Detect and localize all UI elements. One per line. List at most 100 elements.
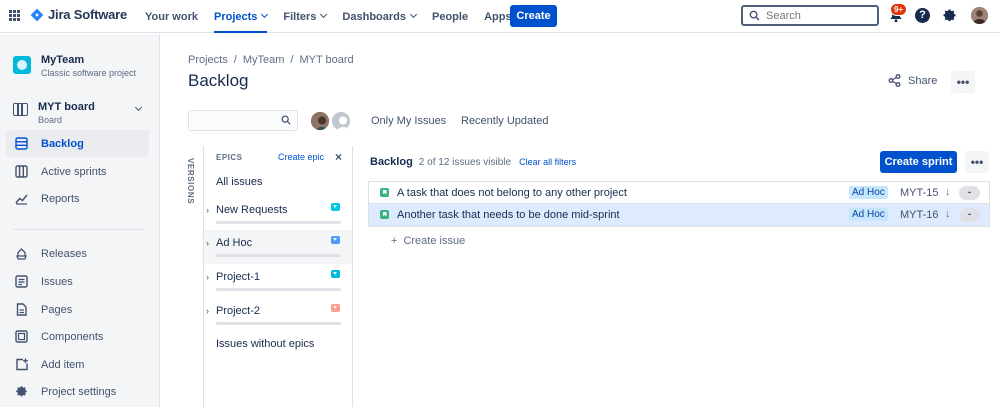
epic-item[interactable]: › Ad Hoc — [204, 230, 352, 264]
create-issue-label: Create issue — [403, 235, 466, 247]
epic-color-icon[interactable] — [331, 304, 340, 312]
epic-item[interactable]: › Project-2 — [204, 298, 352, 332]
help-icon[interactable]: ? — [915, 8, 930, 23]
search-input[interactable] — [766, 9, 866, 22]
sidebar-item-active-sprints[interactable]: Active sprints — [6, 158, 149, 185]
epic-all-issues[interactable]: All issues — [216, 176, 262, 188]
sidebar-item-label: Active sprints — [41, 165, 107, 178]
filter-recently-updated[interactable]: Recently Updated — [461, 115, 548, 127]
nav-label: Filters — [283, 10, 317, 23]
settings-icon[interactable] — [942, 8, 957, 23]
board-icon — [13, 103, 28, 116]
backlog-icon — [15, 137, 28, 150]
sidebar-item-backlog[interactable]: Backlog — [6, 130, 149, 157]
search-icon — [281, 115, 291, 125]
story-icon — [380, 188, 389, 197]
epic-label[interactable]: Ad Hoc — [849, 186, 888, 199]
issue-count: 2 of 12 issues visible — [418, 157, 512, 168]
create-button[interactable]: Create — [510, 5, 557, 27]
sidebar-item-reports[interactable]: Reports — [6, 185, 149, 212]
epic-color-icon[interactable] — [331, 203, 340, 211]
board-search[interactable] — [188, 110, 298, 131]
unassigned-avatar[interactable] — [330, 110, 352, 132]
board-selector[interactable]: MYT board Board — [13, 101, 145, 125]
chevron-right-icon[interactable]: › — [206, 272, 209, 282]
nav-filters[interactable]: Filters — [283, 0, 328, 33]
epic-label[interactable]: Ad Hoc — [849, 208, 888, 221]
share-icon — [888, 74, 901, 87]
plus-icon: + — [391, 235, 398, 247]
board-search-input[interactable] — [189, 111, 274, 130]
create-sprint-button[interactable]: Create sprint — [880, 151, 957, 173]
sidebar-item-label: Backlog — [41, 137, 84, 150]
project-header[interactable]: MyTeam Classic software project — [13, 54, 136, 78]
profile-avatar[interactable] — [971, 7, 988, 24]
sidebar-item-label: Reports — [41, 192, 80, 205]
share-button[interactable]: Share — [888, 74, 937, 87]
breadcrumb-projects[interactable]: Projects — [188, 54, 228, 66]
page-more-actions-button[interactable]: ••• — [951, 71, 975, 93]
clear-filters-link[interactable]: Clear all filters — [519, 157, 576, 167]
page-title: Backlog — [188, 71, 249, 90]
issue-row[interactable]: A task that does not belong to any other… — [369, 182, 989, 204]
epic-progress-bar — [216, 322, 341, 325]
filter-only-my-issues[interactable]: Only My Issues — [371, 115, 446, 127]
breadcrumb-project[interactable]: MyTeam — [243, 54, 285, 66]
jira-logo[interactable]: Jira Software — [30, 7, 127, 22]
nav-people[interactable]: People — [432, 0, 468, 33]
issue-summary: Another task that needs to be done mid-s… — [397, 209, 620, 221]
sidebar-item-releases[interactable]: Releases — [6, 240, 149, 267]
backlog-header: Backlog 2 of 12 issues visible Clear all… — [370, 156, 576, 168]
issue-row[interactable]: Another task that needs to be done mid-s… — [369, 204, 989, 226]
priority-low-icon: ↓ — [945, 208, 951, 220]
sidebar-item-label: Components — [41, 330, 104, 343]
chevron-right-icon[interactable]: › — [206, 238, 209, 248]
chevron-down-icon — [261, 10, 269, 19]
epic-color-icon[interactable] — [331, 236, 340, 244]
project-avatar-icon — [13, 56, 31, 74]
reports-icon — [15, 194, 28, 205]
search-icon — [749, 10, 760, 21]
issues-without-epics[interactable]: Issues without epics — [216, 338, 314, 350]
breadcrumb-separator: / — [233, 54, 237, 66]
chevron-right-icon[interactable]: › — [206, 205, 209, 215]
sidebar-item-add-item[interactable]: Add item — [6, 351, 149, 378]
versions-tab[interactable]: VERSIONS — [186, 158, 195, 204]
nav-your-work[interactable]: Your work — [145, 0, 198, 33]
epic-progress-bar — [216, 221, 341, 224]
releases-icon — [16, 248, 27, 260]
board-subtitle: Board — [38, 115, 63, 125]
board-name: MYT board — [38, 101, 95, 113]
sidebar-item-project-settings[interactable]: Project settings — [6, 378, 149, 405]
epic-name: Ad Hoc — [216, 237, 253, 249]
epic-progress-bar — [216, 254, 341, 257]
issue-key[interactable]: MYT-16 — [900, 209, 939, 221]
close-icon[interactable]: × — [335, 150, 342, 164]
assignee-avatar[interactable] — [309, 110, 331, 132]
components-icon — [15, 330, 28, 343]
app-switcher-icon[interactable] — [9, 10, 20, 21]
project-sidebar: MyTeam Classic software project MYT boar… — [0, 34, 160, 407]
breadcrumb-board[interactable]: MYT board — [299, 54, 353, 66]
story-icon — [380, 210, 389, 219]
epic-item[interactable]: › New Requests — [204, 197, 352, 231]
sidebar-item-pages[interactable]: Pages — [6, 296, 149, 323]
project-type: Classic software project — [41, 68, 137, 78]
sidebar-item-components[interactable]: Components — [6, 323, 149, 350]
epic-color-icon[interactable] — [331, 270, 340, 278]
chevron-right-icon[interactable]: › — [206, 306, 209, 316]
create-epic-link[interactable]: Create epic — [278, 152, 324, 162]
sidebar-item-label: Pages — [41, 303, 73, 316]
global-search[interactable] — [741, 5, 879, 26]
sidebar-item-issues[interactable]: Issues — [6, 268, 149, 295]
breadcrumb: Projects / MyTeam / MYT board — [188, 54, 354, 66]
nav-dashboards[interactable]: Dashboards — [342, 0, 418, 33]
issue-key[interactable]: MYT-15 — [900, 187, 939, 199]
nav-projects[interactable]: Projects — [213, 0, 269, 33]
epic-name: Project-2 — [216, 305, 261, 317]
nav-label: People — [432, 10, 469, 23]
create-issue-button[interactable]: + Create issue — [391, 235, 465, 247]
epic-item[interactable]: › Project-1 — [204, 264, 352, 298]
backlog-more-actions-button[interactable]: ••• — [965, 151, 989, 173]
chevron-down-icon — [134, 103, 143, 112]
